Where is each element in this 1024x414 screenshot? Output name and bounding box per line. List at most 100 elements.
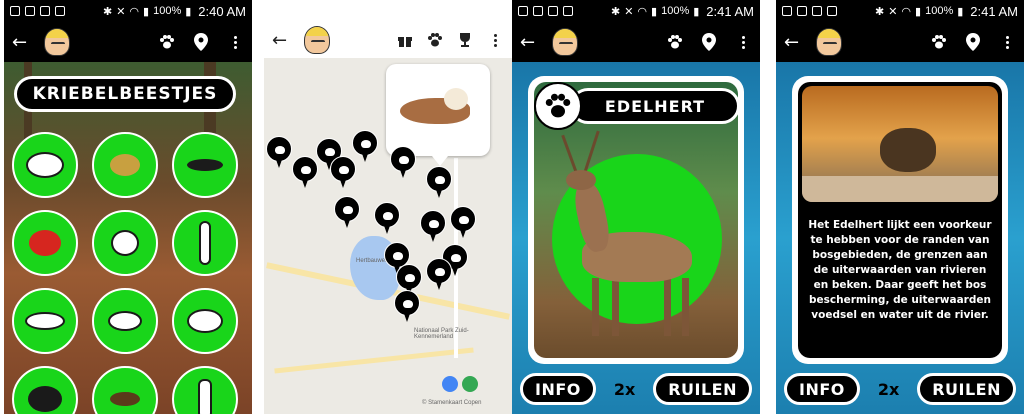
map-pin-paw[interactable] bbox=[352, 130, 378, 164]
phone-screen-card-front: ✱ ✕ ◠ ▮ 100% ▮ 2:41 AM ← EDELHERT INFO 2… bbox=[512, 0, 760, 414]
location-pin-icon[interactable] bbox=[700, 33, 718, 51]
avatar[interactable] bbox=[816, 28, 842, 56]
animal-card[interactable]: EDELHERT bbox=[528, 76, 744, 364]
map-pin-paw[interactable] bbox=[426, 166, 452, 200]
insect-silhouette-icon bbox=[200, 381, 210, 414]
beetle-icon bbox=[28, 386, 62, 412]
trade-button[interactable]: RUILEN bbox=[917, 373, 1016, 405]
map-pin-paw[interactable] bbox=[374, 202, 400, 236]
image-icon bbox=[812, 6, 822, 16]
insect-card-silhouette[interactable] bbox=[172, 288, 238, 354]
mute-icon: ✕ bbox=[888, 5, 898, 18]
paw-icon[interactable] bbox=[666, 33, 684, 51]
map-pin-paw[interactable] bbox=[292, 156, 318, 190]
google-maps-icon[interactable] bbox=[462, 376, 478, 392]
avatar[interactable] bbox=[44, 28, 70, 56]
card-count: 2x bbox=[613, 379, 636, 399]
animal-name: EDELHERT bbox=[570, 88, 738, 124]
info-button[interactable]: INFO bbox=[520, 373, 596, 405]
image-icon bbox=[548, 6, 558, 16]
signal-icon: ▮ bbox=[651, 5, 658, 18]
more-vert-icon[interactable] bbox=[226, 33, 244, 51]
insect-card-silhouette[interactable] bbox=[92, 288, 158, 354]
insect-card-beetle[interactable] bbox=[12, 366, 78, 414]
insect-card-bee[interactable] bbox=[92, 132, 158, 198]
category-title: KRIEBELBEESTJES bbox=[14, 76, 236, 112]
card-actions: INFO 2x RUILEN bbox=[520, 372, 752, 406]
app-bar: ← bbox=[264, 22, 512, 58]
battery-icon: ▮ bbox=[957, 5, 964, 18]
insect-silhouette-icon bbox=[110, 313, 140, 329]
wifi-icon: ◠ bbox=[129, 5, 140, 18]
animal-popup[interactable] bbox=[386, 64, 490, 166]
mute-icon: ✕ bbox=[116, 5, 126, 18]
map-pin-paw[interactable] bbox=[420, 210, 446, 244]
insect-silhouette-icon bbox=[113, 232, 137, 254]
back-arrow-icon[interactable]: ← bbox=[784, 32, 806, 53]
clock: 2:41 AM bbox=[706, 3, 754, 19]
insect-card-fly[interactable] bbox=[92, 366, 158, 414]
map-pin-paw[interactable] bbox=[394, 290, 420, 324]
deer-leg bbox=[592, 278, 599, 336]
map-pin-paw[interactable] bbox=[266, 136, 292, 170]
insect-silhouette-icon bbox=[201, 223, 209, 263]
location-pin-icon[interactable] bbox=[192, 33, 210, 51]
paw-icon[interactable] bbox=[158, 33, 176, 51]
location-pin-icon[interactable] bbox=[964, 33, 982, 51]
deer-antler bbox=[561, 134, 578, 174]
notification-icon bbox=[10, 6, 20, 16]
paw-icon[interactable] bbox=[426, 31, 444, 49]
insect-card-silhouette[interactable] bbox=[92, 210, 158, 276]
map-pin-paw[interactable] bbox=[426, 258, 452, 292]
gift-icon[interactable] bbox=[396, 31, 414, 49]
paw-icon[interactable] bbox=[930, 33, 948, 51]
insect-card-silhouette[interactable] bbox=[172, 210, 238, 276]
map-view[interactable]: Hertbauwerf Nationaal Park Zuid-Kennemer… bbox=[264, 58, 512, 414]
trade-button[interactable]: RUILEN bbox=[653, 373, 752, 405]
wifi-icon: ◠ bbox=[901, 5, 912, 18]
directions-icon[interactable] bbox=[442, 376, 458, 392]
ladybug-icon bbox=[29, 230, 61, 256]
phone-screen-card-back: ✱ ✕ ◠ ▮ 100% ▮ 2:41 AM ← Het Edelhert li… bbox=[776, 0, 1024, 414]
signal-icon: ▮ bbox=[915, 5, 922, 18]
back-arrow-icon[interactable]: ← bbox=[520, 32, 542, 53]
avatar[interactable] bbox=[552, 28, 578, 56]
back-arrow-icon[interactable]: ← bbox=[12, 32, 34, 53]
insect-card-silhouette[interactable] bbox=[12, 132, 78, 198]
map-pin-paw[interactable] bbox=[390, 146, 416, 180]
sd-card-icon bbox=[797, 6, 807, 16]
insect-silhouette-icon bbox=[28, 154, 62, 176]
map-road bbox=[274, 347, 474, 374]
download-icon bbox=[827, 6, 837, 16]
download-icon bbox=[55, 6, 65, 16]
info-button[interactable]: INFO bbox=[784, 373, 860, 405]
map-pin-paw[interactable] bbox=[334, 196, 360, 230]
more-vert-icon[interactable] bbox=[734, 33, 752, 51]
signal-icon: ▮ bbox=[143, 5, 150, 18]
weasel-image bbox=[444, 88, 468, 110]
trophy-icon[interactable] bbox=[456, 31, 474, 49]
sd-card-icon bbox=[533, 6, 543, 16]
animal-card-back[interactable]: Het Edelhert lijkt een voorkeur te hebbe… bbox=[792, 76, 1008, 364]
sd-card-icon bbox=[25, 6, 35, 16]
insect-card-ladybug[interactable] bbox=[12, 210, 78, 276]
forest-background: KRIEBELBEESTJES bbox=[4, 62, 252, 414]
deer-photo bbox=[802, 86, 998, 202]
fly-icon bbox=[110, 392, 140, 406]
status-bar-spacer bbox=[264, 0, 512, 22]
back-arrow-icon[interactable]: ← bbox=[272, 30, 294, 51]
insect-card-silhouette[interactable] bbox=[172, 366, 238, 414]
cricket-icon bbox=[187, 159, 223, 171]
more-vert-icon[interactable] bbox=[486, 31, 504, 49]
map-pin-paw[interactable] bbox=[450, 206, 476, 240]
insect-card-cricket[interactable] bbox=[172, 132, 238, 198]
phone-screen-map: ← Hertbauwerf Nationaal Park Zuid-Kennem… bbox=[264, 0, 512, 414]
map-attribution: © Stamenkaart Copen bbox=[422, 400, 482, 406]
clock: 2:41 AM bbox=[970, 3, 1018, 19]
more-vert-icon[interactable] bbox=[998, 33, 1016, 51]
deer-leg bbox=[682, 278, 689, 336]
mute-icon: ✕ bbox=[624, 5, 634, 18]
insect-card-silhouette[interactable] bbox=[12, 288, 78, 354]
deer-leg bbox=[612, 278, 619, 336]
avatar[interactable] bbox=[304, 26, 330, 54]
